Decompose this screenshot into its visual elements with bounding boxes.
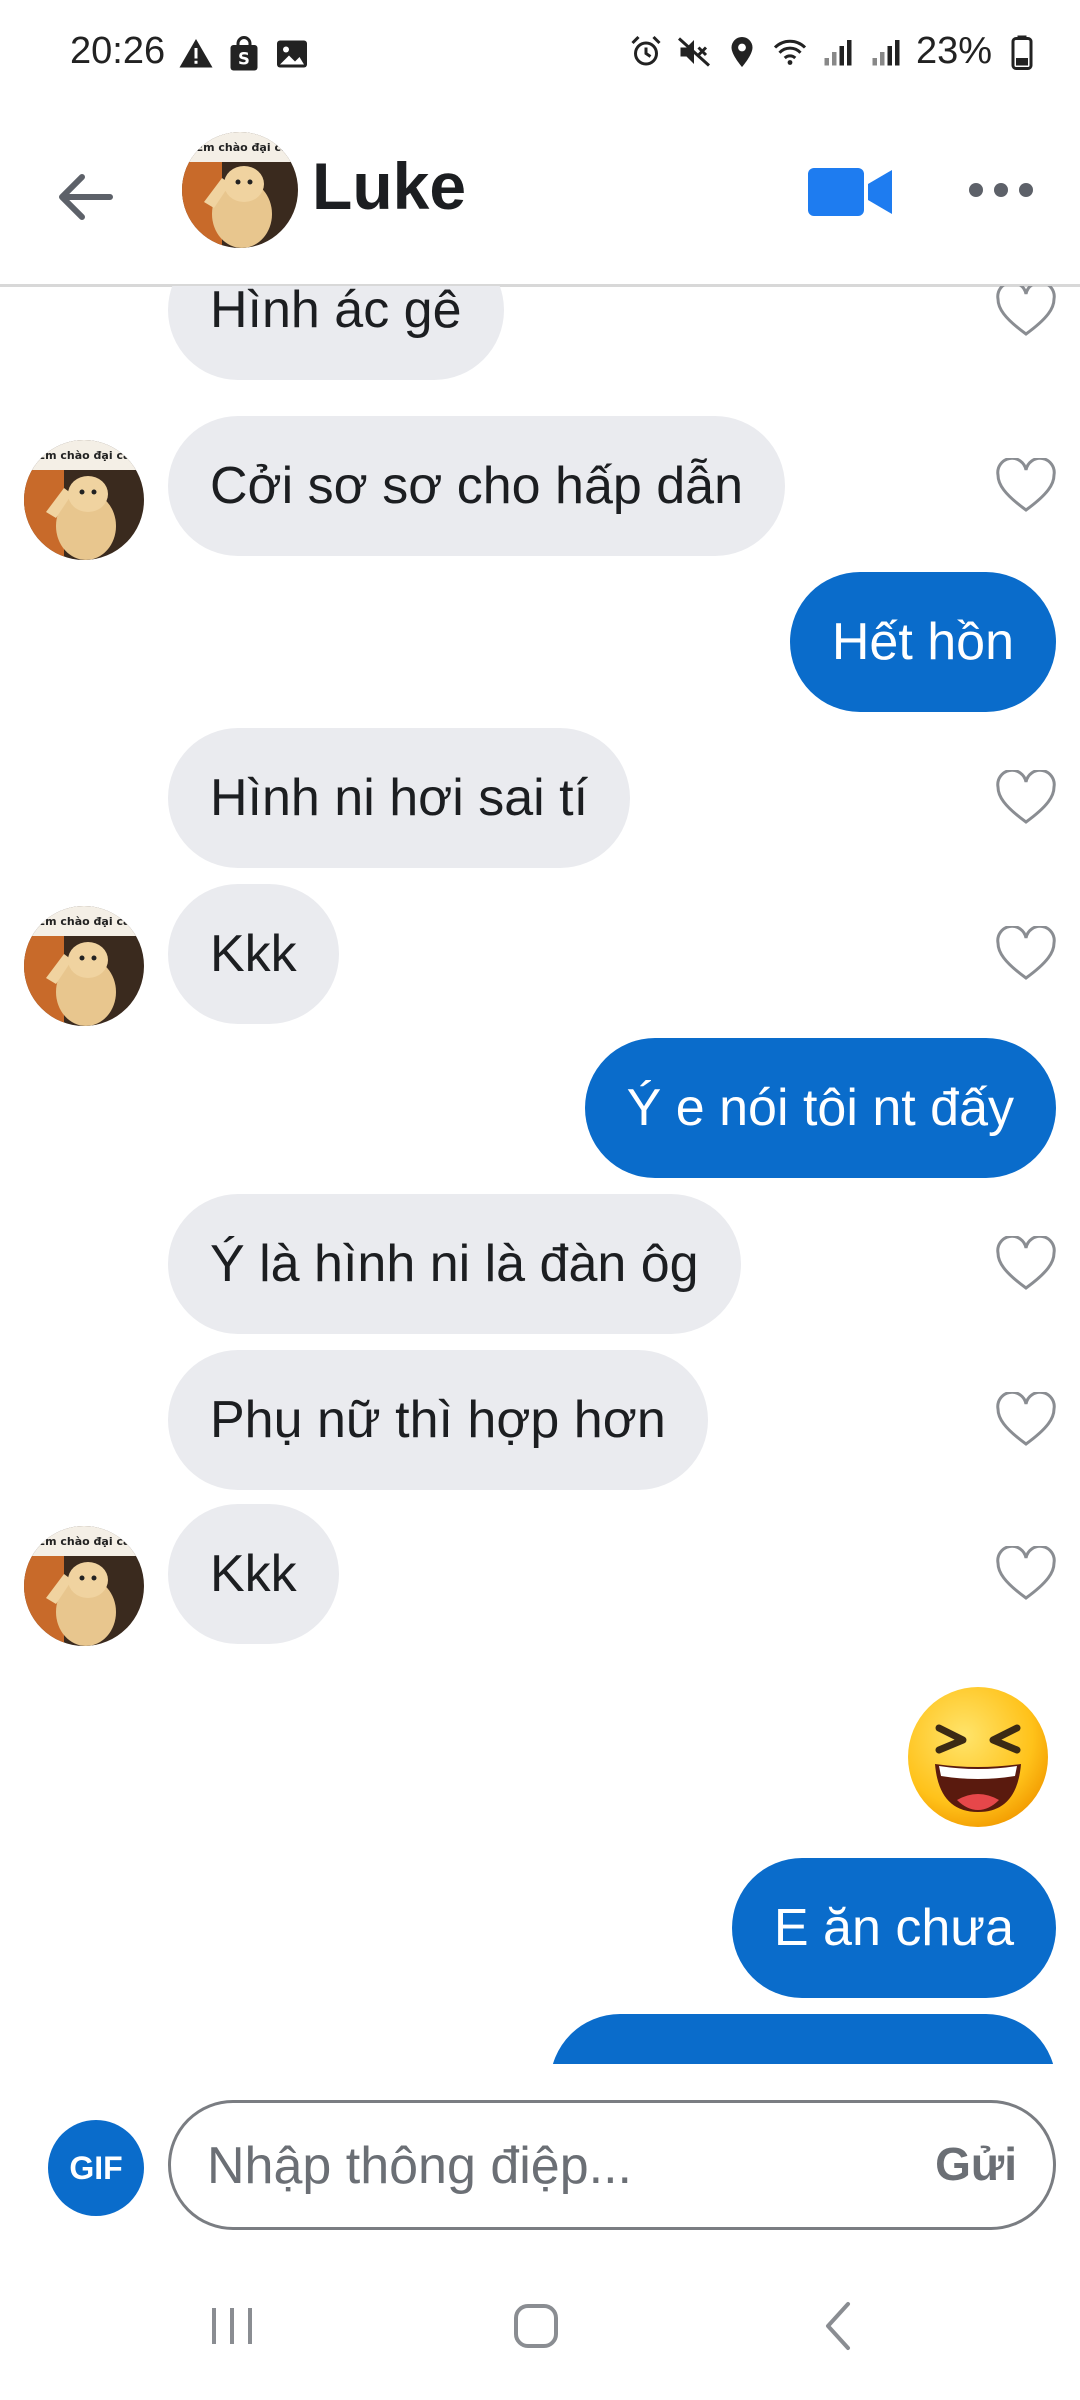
notification-icons: S: [178, 36, 310, 72]
send-button[interactable]: Gửi: [935, 2137, 1017, 2191]
incoming-message[interactable]: Phụ nữ thì hợp hơn: [168, 1350, 708, 1490]
heart-icon[interactable]: [996, 924, 1056, 982]
message-input[interactable]: [205, 2103, 849, 2229]
wifi-icon: [772, 34, 808, 70]
video-call-icon[interactable]: [808, 164, 894, 220]
system-nav-bar: [0, 2262, 1080, 2400]
incoming-message[interactable]: Cởi sơ sơ cho hấp dẫn: [168, 416, 785, 556]
message-composer: Gửi: [168, 2100, 1056, 2230]
contact-name[interactable]: Luke: [312, 148, 466, 224]
gif-button[interactable]: GIF: [48, 2120, 144, 2216]
sender-avatar[interactable]: Em chào đại ca: [24, 906, 144, 1026]
svg-text:Em chào đại ca: Em chào đại ca: [38, 449, 131, 462]
outgoing-message[interactable]: Hết hồn: [789, 572, 1056, 712]
heart-icon[interactable]: [996, 1544, 1056, 1602]
home-icon[interactable]: [496, 2286, 576, 2366]
status-bar: 20:26 S 23%: [0, 0, 1080, 112]
back-icon[interactable]: [800, 2286, 880, 2366]
system-status: 23%: [628, 30, 1040, 73]
message-list[interactable]: Hình ác gê Em chào đại ca Cởi sơ sơ cho …: [0, 286, 1080, 2064]
chat-header: Em chào đại ca Luke: [0, 112, 1080, 287]
avatar-caption: Em chào đại ca: [196, 141, 289, 154]
laughing-face-emoji[interactable]: [905, 1684, 1051, 1830]
signal-icon: [820, 34, 856, 70]
incoming-message[interactable]: Hình ni hơi sai tí: [168, 728, 631, 868]
location-icon: [724, 34, 760, 70]
recent-apps-icon[interactable]: [192, 2286, 272, 2366]
outgoing-message[interactable]: Ý e nói tôi nt đấy: [584, 1038, 1056, 1178]
alarm-icon: [628, 34, 664, 70]
svg-text:S: S: [238, 50, 250, 69]
mute-icon: [676, 34, 712, 70]
heart-icon[interactable]: [996, 456, 1056, 514]
battery-icon: [1004, 34, 1040, 70]
incoming-message[interactable]: Kkk: [168, 884, 339, 1024]
incoming-message[interactable]: Ý là hình ni là đàn ôg: [168, 1194, 741, 1334]
heart-icon[interactable]: [996, 286, 1056, 338]
incoming-message[interactable]: Kkk: [168, 1504, 339, 1644]
incoming-message[interactable]: Hình ác gê: [168, 286, 504, 380]
status-time: 20:26: [70, 30, 166, 72]
heart-icon[interactable]: [996, 768, 1056, 826]
heart-icon[interactable]: [996, 1390, 1056, 1448]
warning-icon: [178, 36, 214, 72]
back-arrow-icon[interactable]: [50, 162, 120, 232]
more-icon[interactable]: [966, 170, 1036, 210]
image-icon: [274, 36, 310, 72]
shopping-bag-icon: S: [226, 36, 262, 72]
outgoing-message[interactable]: E ăn chưa: [731, 1858, 1056, 1998]
heart-icon[interactable]: [996, 1234, 1056, 1292]
signal-icon: [868, 34, 904, 70]
outgoing-message[interactable]: [550, 2014, 1056, 2064]
svg-text:Em chào đại ca: Em chào đại ca: [38, 1535, 131, 1548]
contact-avatar[interactable]: Em chào đại ca: [182, 132, 298, 248]
battery-percent: 23%: [915, 30, 992, 72]
sender-avatar[interactable]: Em chào đại ca: [24, 440, 144, 560]
sender-avatar[interactable]: Em chào đại ca: [24, 1526, 144, 1646]
svg-text:Em chào đại ca: Em chào đại ca: [38, 915, 131, 928]
